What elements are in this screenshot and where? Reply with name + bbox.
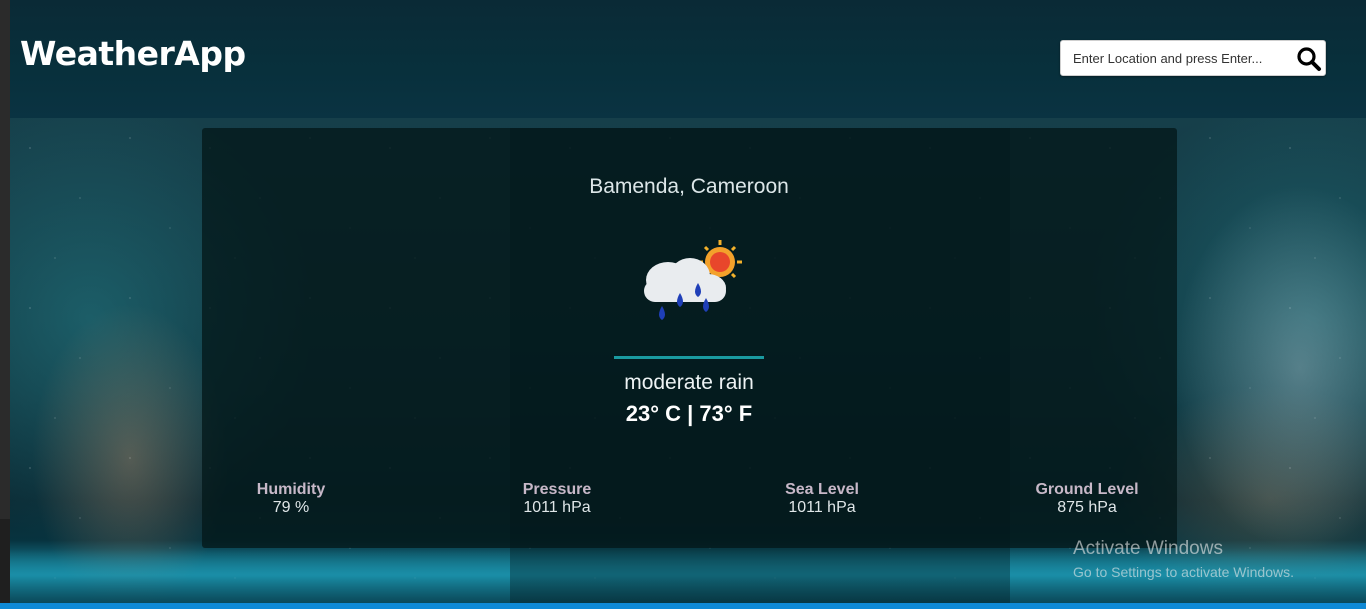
stat-pressure: Pressure 1011 hPa [477, 481, 637, 517]
location-name: Bamenda, Cameroon [589, 175, 789, 198]
temperature-reading: 23° C | 73° F [625, 401, 753, 426]
weather-description: moderate rain [624, 371, 754, 394]
stat-label: Ground Level [1035, 481, 1139, 498]
stat-value: 79 % [272, 499, 310, 516]
location-search-box[interactable] [1060, 40, 1326, 76]
app-header: WeatherApp [10, 0, 1366, 118]
editor-status-bar [0, 603, 1366, 609]
stat-value: 1011 hPa [523, 499, 591, 516]
stat-value: 875 hPa [1057, 499, 1117, 516]
rain-cloud-sun-icon [644, 240, 742, 320]
watermark-subtitle: Go to Settings to activate Windows. [1073, 564, 1294, 580]
watermark-title: Activate Windows [1073, 538, 1223, 559]
stat-sea-level: Sea Level 1011 hPa [742, 481, 902, 517]
weather-card-center-panel [510, 128, 1010, 603]
stat-humidity: Humidity 79 % [211, 481, 371, 517]
stat-label: Pressure [522, 481, 592, 498]
stat-ground-level: Ground Level 875 hPa [1007, 481, 1167, 517]
location-search-input[interactable] [1061, 41, 1293, 75]
app-logo: WeatherApp [20, 34, 246, 73]
activate-windows-watermark: Activate Windows Go to Settings to activ… [1073, 538, 1294, 580]
search-icon[interactable] [1295, 45, 1323, 73]
stat-value: 1011 hPa [788, 499, 856, 516]
window-left-edge [0, 0, 10, 609]
stat-label: Humidity [256, 481, 326, 498]
stat-label: Sea Level [785, 481, 859, 498]
weather-app-page: WeatherApp Bamenda, Cameroon [0, 0, 1366, 609]
accent-divider [614, 356, 764, 359]
